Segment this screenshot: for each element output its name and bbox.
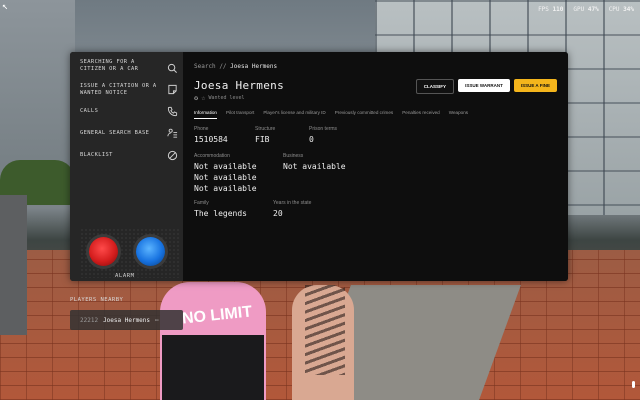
alarm-red-button[interactable] — [89, 237, 118, 266]
phone-label: Phone — [194, 126, 209, 132]
accommodation-value: Not available — [194, 173, 257, 182]
gpu-readout: GPU 47% — [573, 6, 599, 13]
ban-icon — [166, 149, 178, 161]
breadcrumb-root[interactable]: Search — [194, 63, 216, 70]
microphone-icon — [632, 381, 635, 388]
police-tablet: Searching for a citizen or a car Issue a… — [70, 52, 568, 281]
years-in-state-value: 20 — [273, 209, 283, 218]
people-search-icon — [166, 127, 178, 139]
tab-weapons[interactable]: Weapons — [449, 110, 468, 119]
tattoo-pattern — [305, 285, 345, 375]
tab-pilot-transport[interactable]: Pilot transport — [226, 110, 254, 119]
phone-value: 1510584 — [194, 135, 228, 144]
issue-fine-button[interactable]: ISSUE A FINE — [513, 79, 557, 92]
action-buttons: CLASSIFY ISSUE WARRANT ISSUE A FINE — [415, 79, 557, 94]
citizen-name: Joesa Hermens — [194, 79, 284, 92]
player-nearby-row[interactable]: 22212 Joesa Hermens ⋯ — [70, 310, 183, 330]
star-filled-icon: ✪ — [194, 94, 199, 102]
breadcrumb: Search // Joesa Hermens — [194, 63, 277, 70]
wanted-level-label: Wanted level — [208, 95, 245, 101]
phone-icon — [166, 105, 178, 117]
family-value: The legends — [194, 209, 247, 218]
classify-button[interactable]: CLASSIFY — [415, 79, 455, 94]
background-pillar — [0, 195, 27, 335]
citizen-profile: Search // Joesa Hermens Joesa Hermens ✪ … — [183, 52, 568, 281]
sidebar-item-blacklist[interactable]: Blacklist — [80, 149, 180, 161]
sidebar-item-calls[interactable]: Calls — [80, 105, 180, 117]
accommodation-value: Not available — [194, 162, 257, 171]
player-id: 22212 — [80, 316, 99, 324]
business-label: Business — [283, 153, 304, 159]
alarm-blue-button[interactable] — [136, 237, 165, 266]
performance-hud: FPS 110 GPU 47% CPU 34% — [538, 6, 634, 13]
family-label: Family — [194, 200, 209, 206]
tab-penalties[interactable]: Penalties received — [402, 110, 440, 119]
prison-terms-label: Prison terms — [309, 126, 338, 132]
sidebar-item-label: Blacklist — [80, 152, 113, 158]
structure-value: FIB — [255, 135, 270, 144]
accommodation-value: Not available — [194, 184, 257, 193]
players-nearby-title: PLAYERS NEARBY — [70, 297, 124, 303]
cursor-icon: ↖ — [2, 1, 9, 12]
tab-previous-crimes[interactable]: Previously committed crimes — [335, 110, 393, 119]
accommodation-label: Accommodation — [194, 153, 230, 159]
sidebar-item-label: Searching for a citizen or a car — [80, 59, 139, 72]
sidebar-item-label: Issue a citation or a wanted notice — [80, 83, 157, 96]
tab-information[interactable]: Information — [194, 110, 217, 119]
structure-label: Structure — [255, 126, 276, 132]
breadcrumb-separator: // — [219, 63, 227, 70]
profile-tabs: Information Pilot transport Player's lic… — [194, 110, 468, 119]
issue-warrant-button[interactable]: ISSUE WARRANT — [458, 79, 510, 92]
sidebar-item-general-search[interactable]: General search base — [80, 127, 180, 139]
player-character-legs — [162, 335, 264, 400]
sidebar: Searching for a citizen or a car Issue a… — [70, 52, 183, 281]
prison-terms-value: 0 — [309, 135, 314, 144]
sidebar-item-search-citizen[interactable]: Searching for a citizen or a car — [80, 59, 180, 73]
search-icon — [166, 62, 178, 74]
note-icon — [166, 83, 178, 95]
years-in-state-label: Years in the state — [273, 200, 312, 206]
sidebar-item-label: General search base — [80, 130, 150, 136]
sidebar-item-label: Calls — [80, 108, 99, 114]
star-outline-icon: ☆ — [201, 94, 206, 102]
cpu-readout: CPU 34% — [608, 6, 634, 13]
wanted-level: ✪ ☆ Wanted level — [194, 94, 245, 102]
business-value: Not available — [283, 162, 346, 171]
fps-readout: FPS 110 — [538, 6, 564, 13]
player-menu-icon[interactable]: ⋯ — [155, 317, 159, 324]
tab-license-military-id[interactable]: Player's license and military ID — [263, 110, 325, 119]
breadcrumb-current: Joesa Hermens — [230, 63, 278, 70]
player-name: Joesa Hermens — [103, 316, 151, 324]
sidebar-item-issue-citation[interactable]: Issue a citation or a wanted notice — [80, 83, 180, 97]
alarm-label: ALARM — [115, 273, 135, 279]
